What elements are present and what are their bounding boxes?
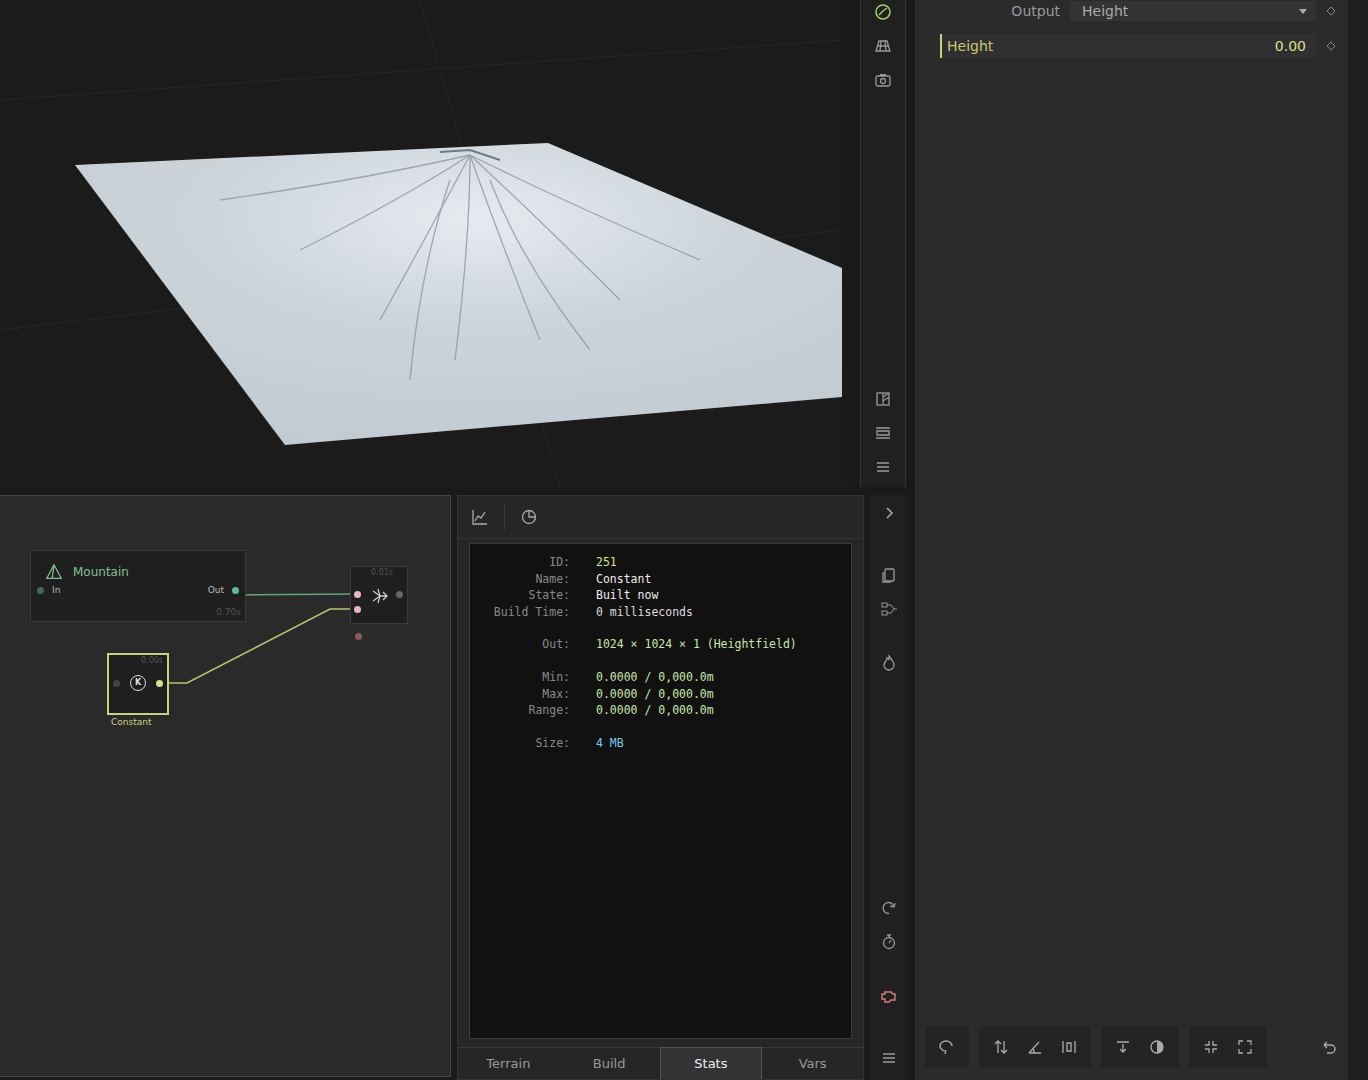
side-toolbar — [870, 495, 908, 1080]
build-time: 0.01s — [371, 568, 393, 577]
output-dropdown[interactable]: Height — [1070, 1, 1316, 21]
copy-icon[interactable] — [879, 565, 899, 585]
stat-value: Built now — [596, 587, 851, 604]
stat-label: Min: — [470, 669, 570, 686]
stats-group: Size: 4 MB — [470, 735, 851, 752]
pie-chart-icon[interactable] — [519, 507, 539, 527]
edge-strip — [1348, 0, 1368, 1080]
tool-group — [1101, 1026, 1179, 1068]
build-time: 0.70s — [216, 607, 241, 617]
stat-label: Build Time: — [470, 604, 570, 621]
parameter-field[interactable]: Height 0.00 — [940, 34, 1316, 58]
lower-area: Mountain In Out 0.70s 0.01s 0.00s K Cons… — [0, 495, 908, 1080]
node-label: Constant — [111, 717, 151, 727]
app-window: Mountain In Out 0.70s 0.01s 0.00s K Cons… — [0, 0, 1368, 1080]
panel-tabs: TerrainBuildStatsVars — [458, 1047, 863, 1079]
tool-group — [1189, 1026, 1267, 1068]
terrain-render[interactable] — [0, 0, 842, 487]
viewport-toolbar — [860, 0, 906, 487]
node-title: Mountain — [73, 565, 129, 579]
dropdown-value: Height — [1082, 3, 1128, 19]
contrast-icon[interactable] — [1147, 1037, 1167, 1057]
viewport[interactable] — [0, 0, 842, 487]
properties-panel: Output Height Height 0.00 — [915, 0, 1348, 1080]
stat-label: Max: — [470, 686, 570, 703]
menu-icon[interactable] — [879, 1048, 899, 1068]
keyframe-icon[interactable] — [1326, 41, 1336, 51]
grid-icon[interactable] — [873, 36, 893, 56]
stat-label: Size: — [470, 735, 570, 752]
view-mode-icon[interactable] — [873, 2, 893, 22]
tab[interactable]: Stats — [660, 1047, 763, 1079]
flip-icon[interactable] — [991, 1037, 1011, 1057]
stats-group: ID: 251 Name: Constant State: Built now Bui… — [470, 554, 851, 620]
constant-node[interactable]: 0.00s K — [107, 653, 169, 715]
graph-icon[interactable] — [879, 599, 899, 619]
stat-value: 0.0000 / 0,000.0m — [596, 669, 851, 686]
mask-port[interactable] — [355, 633, 362, 640]
align-bottom-icon[interactable] — [1113, 1037, 1133, 1057]
output-port[interactable] — [396, 591, 403, 598]
angle-icon[interactable] — [1025, 1037, 1045, 1057]
stat-value: Constant — [596, 571, 851, 588]
stats-toolbar — [458, 496, 863, 539]
stat-value: 0 milliseconds — [596, 604, 851, 621]
tool-group — [979, 1026, 1091, 1068]
parameter-label: Height — [947, 38, 993, 54]
viewport-area — [0, 0, 908, 487]
input-port-label: In — [52, 585, 60, 595]
stat-label: Out: — [470, 636, 570, 653]
stat-value: 1024 × 1024 × 1 (Heightfield) — [596, 636, 851, 653]
stat-label: Name: — [470, 571, 570, 588]
output-port-label: Out — [208, 585, 224, 595]
combine-node[interactable]: 0.01s — [350, 566, 408, 624]
stat-value: 4 MB — [596, 735, 851, 752]
refresh-icon[interactable] — [879, 898, 899, 918]
constant-glyph: K — [130, 675, 146, 691]
caret-down-icon — [1298, 7, 1308, 15]
engine-icon[interactable] — [879, 986, 899, 1006]
tool-group — [925, 1026, 969, 1068]
stats-readout: ID: 251 Name: Constant State: Built now Bui… — [469, 543, 852, 1039]
combine-icon — [370, 586, 390, 606]
input-port[interactable] — [354, 591, 361, 598]
input-port[interactable] — [354, 606, 361, 613]
stats-group: Out: 1024 × 1024 × 1 (Heightfield) — [470, 636, 851, 653]
build-time: 0.00s — [141, 656, 163, 665]
tab[interactable]: Build — [559, 1047, 660, 1079]
collapse-icon[interactable] — [1201, 1037, 1221, 1057]
parameter-row: Height 0.00 — [915, 34, 1348, 58]
stat-value: 251 — [596, 554, 851, 571]
ruler-icon[interactable] — [873, 423, 893, 443]
stat-label: ID: — [470, 554, 570, 571]
expand-icon[interactable] — [1235, 1037, 1255, 1057]
flame-icon[interactable] — [879, 653, 899, 673]
undo-icon[interactable] — [1318, 1037, 1338, 1057]
output-label: Output — [940, 3, 1060, 19]
node-graph[interactable]: Mountain In Out 0.70s 0.01s 0.00s K Cons… — [0, 495, 451, 1077]
stat-value: 0.0000 / 0,000.0m — [596, 702, 851, 719]
lasso-icon[interactable] — [937, 1037, 957, 1057]
menu-icon[interactable] — [873, 457, 893, 477]
bottom-toolbar — [915, 1026, 1348, 1068]
stats-group: Min: 0.0000 / 0,000.0m Max: 0.0000 / 0,00… — [470, 669, 851, 719]
stat-value: 0.0000 / 0,000.0m — [596, 686, 851, 703]
chevron-right-icon[interactable] — [879, 503, 899, 523]
timer-icon[interactable] — [879, 932, 899, 952]
compare-icon[interactable] — [873, 389, 893, 409]
stat-label: State: — [470, 587, 570, 604]
distribute-icon[interactable] — [1059, 1037, 1079, 1057]
workspace: Mountain In Out 0.70s 0.01s 0.00s K Cons… — [0, 0, 908, 1080]
camera-icon[interactable] — [873, 70, 893, 90]
chart-icon[interactable] — [470, 507, 490, 527]
output-row: Output Height — [915, 0, 1348, 22]
parameter-value: 0.00 — [1275, 38, 1306, 54]
mountain-node[interactable]: Mountain In Out 0.70s — [30, 550, 246, 622]
mountain-icon — [45, 563, 63, 581]
stat-label: Range: — [470, 702, 570, 719]
tab[interactable]: Terrain — [458, 1047, 559, 1079]
stats-panel: ID: 251 Name: Constant State: Built now Bui… — [457, 495, 864, 1080]
tab[interactable]: Vars — [762, 1047, 863, 1079]
keyframe-icon[interactable] — [1326, 6, 1336, 16]
